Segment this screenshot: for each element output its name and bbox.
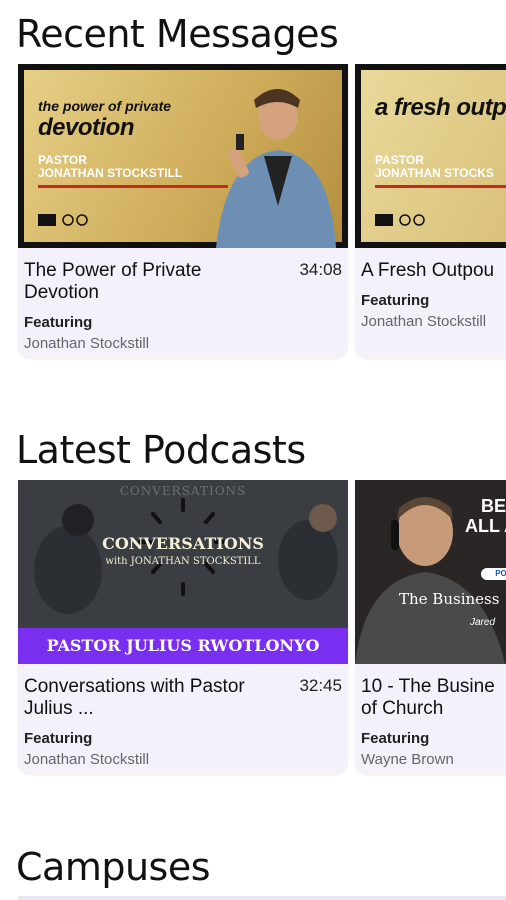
thumb-guest-band: PASTOR JULIUS RWOTLONYO: [18, 628, 348, 664]
thumb-pastor: PASTOR JONATHAN STOCKS: [375, 153, 494, 180]
campuses-carousel[interactable]: [18, 896, 506, 900]
message-card[interactable]: the power of private devotion PASTOR JON…: [18, 64, 348, 358]
recent-messages-heading: Recent Messages: [16, 12, 339, 56]
thumb-guest-name: Jared: [470, 617, 496, 628]
speaker-name: Wayne Brown: [361, 751, 454, 768]
speaker-name: Jonathan Stockstill: [361, 313, 487, 330]
latest-podcasts-carousel[interactable]: CONVERSATIONS CONVERSATIONS with JONATHA…: [0, 480, 506, 780]
podcast-title: 10 - The Busine of Church: [361, 676, 495, 719]
message-title: A Fresh Outpou: [361, 260, 495, 281]
speaker-name: Jonathan Stockstill: [24, 751, 150, 768]
thumb-subtitle: with JONATHAN STOCKSTILL: [105, 556, 261, 567]
thumb-title: The Business: [399, 590, 500, 608]
speaker-photo: [216, 89, 336, 248]
church-logo-icon: [38, 214, 88, 226]
church-logo-icon: [375, 214, 425, 226]
message-title: The Power of Private Devotion: [24, 260, 202, 303]
thumb-title: devotion: [38, 114, 135, 141]
message-duration: 34:08: [299, 260, 342, 279]
message-thumbnail[interactable]: the power of private devotion PASTOR JON…: [18, 64, 348, 248]
podcast-title: Conversations with Pastor Julius ...: [24, 676, 245, 719]
featuring-label: Featuring: [361, 730, 430, 747]
recent-messages-carousel[interactable]: the power of private devotion PASTOR JON…: [0, 64, 506, 364]
message-card[interactable]: a fresh outpourin PASTOR JONATHAN STOCKS…: [355, 64, 506, 358]
featuring-label: Featuring: [24, 730, 93, 747]
podcast-scene: [34, 498, 338, 614]
speaker-name: Jonathan Stockstill: [24, 335, 150, 352]
thumb-subtitle: the power of private: [38, 98, 172, 114]
latest-podcasts-heading: Latest Podcasts: [16, 428, 306, 472]
podcast-duration: 32:45: [299, 676, 342, 695]
thumb-pastor: PASTOR JONATHAN STOCKSTILL: [38, 153, 183, 180]
thumb-divider: [375, 185, 506, 188]
message-thumbnail[interactable]: a fresh outpourin PASTOR JONATHAN STOCKS: [355, 64, 506, 248]
thumb-badge: PO: [481, 568, 506, 580]
podcast-card[interactable]: BET ALL A PO The Business Jared 10 - The…: [355, 480, 506, 774]
thumb-headline: BET ALL A: [465, 496, 506, 536]
featuring-label: Featuring: [361, 292, 430, 309]
thumb-title: CONVERSATIONS: [102, 534, 264, 553]
podcast-card[interactable]: CONVERSATIONS CONVERSATIONS with JONATHA…: [18, 480, 348, 774]
thumb-title: a fresh outpourin: [375, 94, 506, 121]
podcast-thumbnail[interactable]: BET ALL A PO The Business Jared: [355, 480, 506, 664]
featuring-label: Featuring: [24, 314, 93, 331]
campuses-heading: Campuses: [16, 845, 211, 889]
podcast-thumbnail[interactable]: CONVERSATIONS CONVERSATIONS with JONATHA…: [18, 480, 348, 664]
